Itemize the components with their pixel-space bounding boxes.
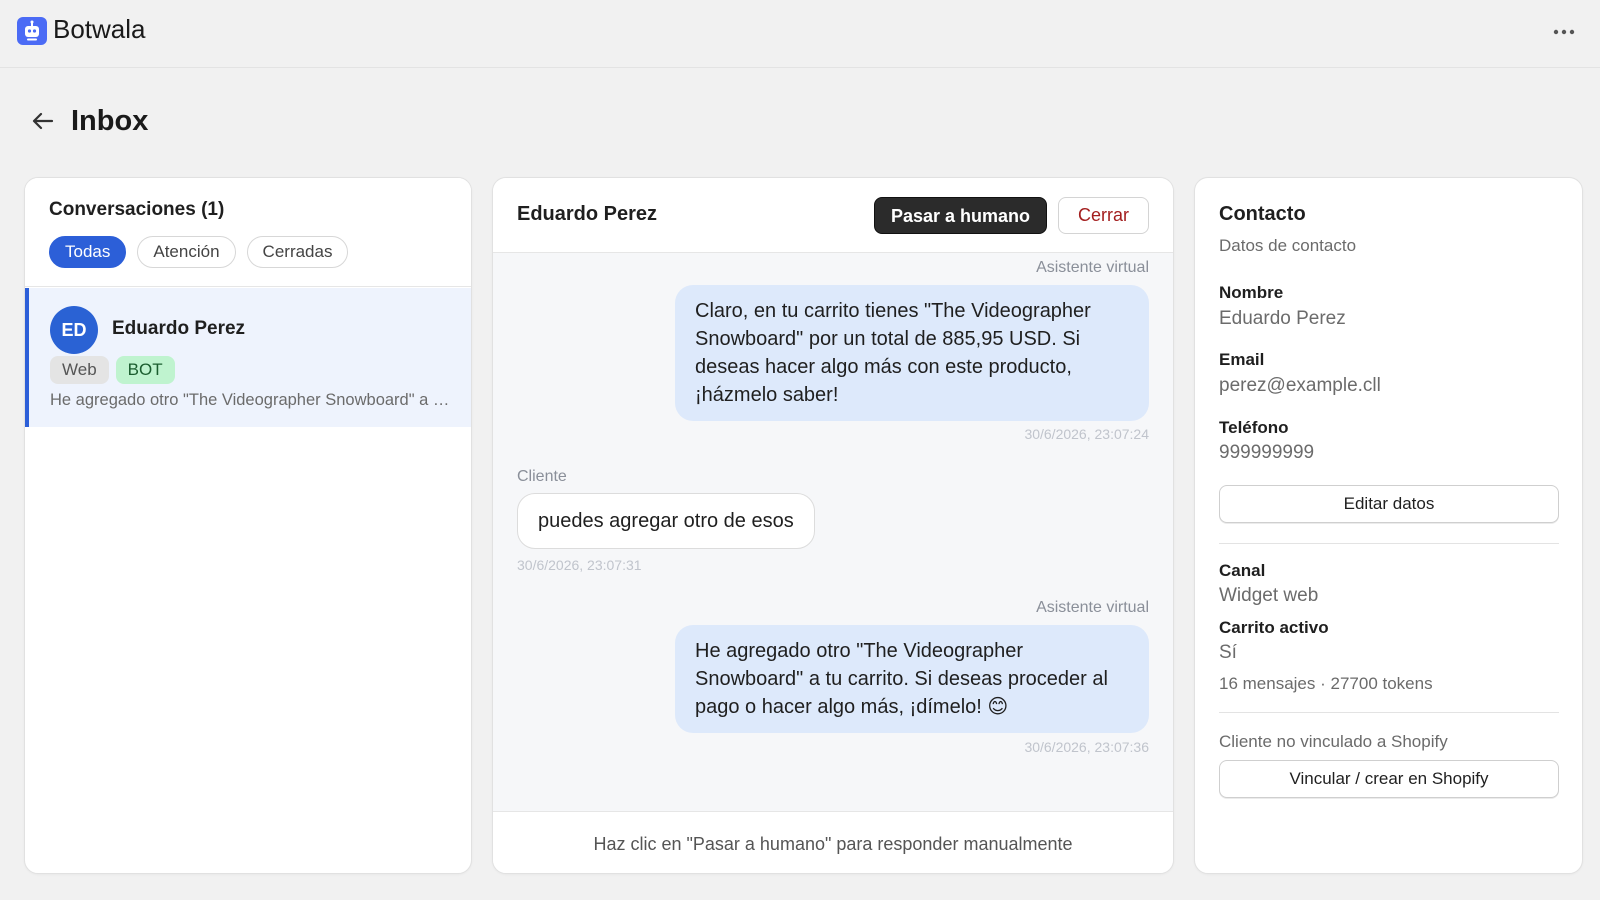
conversation-stats: 16 mensajes · 27700 tokens	[1219, 674, 1433, 693]
top-bar: Botwala	[0, 0, 1600, 68]
shopify-status: Cliente no vinculado a Shopify	[1219, 732, 1448, 751]
chat-footer-hint: Haz clic en "Pasar a humano" para respon…	[493, 811, 1173, 873]
conversations-title: Conversaciones (1)	[49, 199, 225, 220]
conversation-filters: Todas Atención Cerradas	[49, 236, 349, 268]
handoff-button[interactable]: Pasar a humano	[874, 197, 1047, 234]
filter-cerradas[interactable]: Cerradas	[246, 236, 349, 268]
chat-panel: Eduardo Perez Pasar a humano Cerrar Asis…	[492, 177, 1174, 874]
bot-message: Claro, en tu carrito tienes "The Videogr…	[675, 285, 1149, 421]
message-timestamp: 30/6/2026, 23:07:31	[517, 557, 642, 573]
name-value: Eduardo Perez	[1219, 308, 1346, 329]
avatar: ED	[50, 306, 98, 354]
conversation-item[interactable]: ED Eduardo Perez Web BOT He agregado otr…	[25, 288, 471, 427]
app-name: Botwala	[53, 14, 146, 44]
contact-panel: Contacto Datos de contacto Nombre Eduard…	[1194, 177, 1583, 874]
phone-value: 999999999	[1219, 442, 1315, 463]
page-title: Inbox	[71, 105, 149, 137]
channel-badge: Web	[50, 356, 109, 384]
filter-atencion[interactable]: Atención	[137, 236, 236, 268]
email-label: Email	[1219, 350, 1265, 369]
chat-header: Eduardo Perez Pasar a humano Cerrar	[493, 178, 1173, 253]
arrow-left-icon[interactable]	[30, 108, 56, 134]
robot-icon	[17, 17, 47, 45]
filter-todas[interactable]: Todas	[49, 236, 127, 268]
email-value: perez@example.cll	[1219, 375, 1381, 396]
edit-contact-button[interactable]: Editar datos	[1219, 485, 1559, 523]
bot-message: He agregado otro "The Videographer Snowb…	[675, 625, 1149, 733]
conversation-preview: He agregado otro "The Videographer Snowb…	[50, 391, 450, 409]
link-shopify-button[interactable]: Vincular / crear en Shopify	[1219, 760, 1559, 798]
customer-message: puedes agregar otro de esos	[517, 493, 815, 549]
cart-label: Carrito activo	[1219, 618, 1329, 637]
cart-value: Sí	[1219, 642, 1237, 663]
conversations-panel: Conversaciones (1) Todas Atención Cerrad…	[24, 177, 472, 874]
more-horizontal-icon[interactable]	[1550, 20, 1578, 44]
phone-label: Teléfono	[1219, 418, 1289, 437]
bot-badge: BOT	[115, 356, 175, 384]
message-sender: Cliente	[517, 468, 567, 485]
contact-subtitle: Datos de contacto	[1219, 236, 1357, 255]
conversation-name: Eduardo Perez	[112, 318, 246, 339]
channel-label: Canal	[1219, 561, 1266, 580]
close-conversation-button[interactable]: Cerrar	[1058, 197, 1149, 234]
divider	[1219, 712, 1559, 713]
message-sender: Asistente virtual	[1036, 599, 1149, 616]
message-sender: Asistente virtual	[1036, 259, 1149, 276]
conversation-tags: Web BOT	[50, 356, 175, 384]
chat-contact-name: Eduardo Perez	[517, 203, 658, 225]
channel-value: Widget web	[1219, 585, 1319, 606]
message-timestamp: 30/6/2026, 23:07:24	[1024, 426, 1149, 442]
divider	[1219, 543, 1559, 544]
contact-title: Contacto	[1219, 203, 1306, 225]
conversations-header: Conversaciones (1) Todas Atención Cerrad…	[25, 178, 471, 287]
name-label: Nombre	[1219, 283, 1284, 302]
message-timestamp: 30/6/2026, 23:07:36	[1024, 739, 1149, 755]
